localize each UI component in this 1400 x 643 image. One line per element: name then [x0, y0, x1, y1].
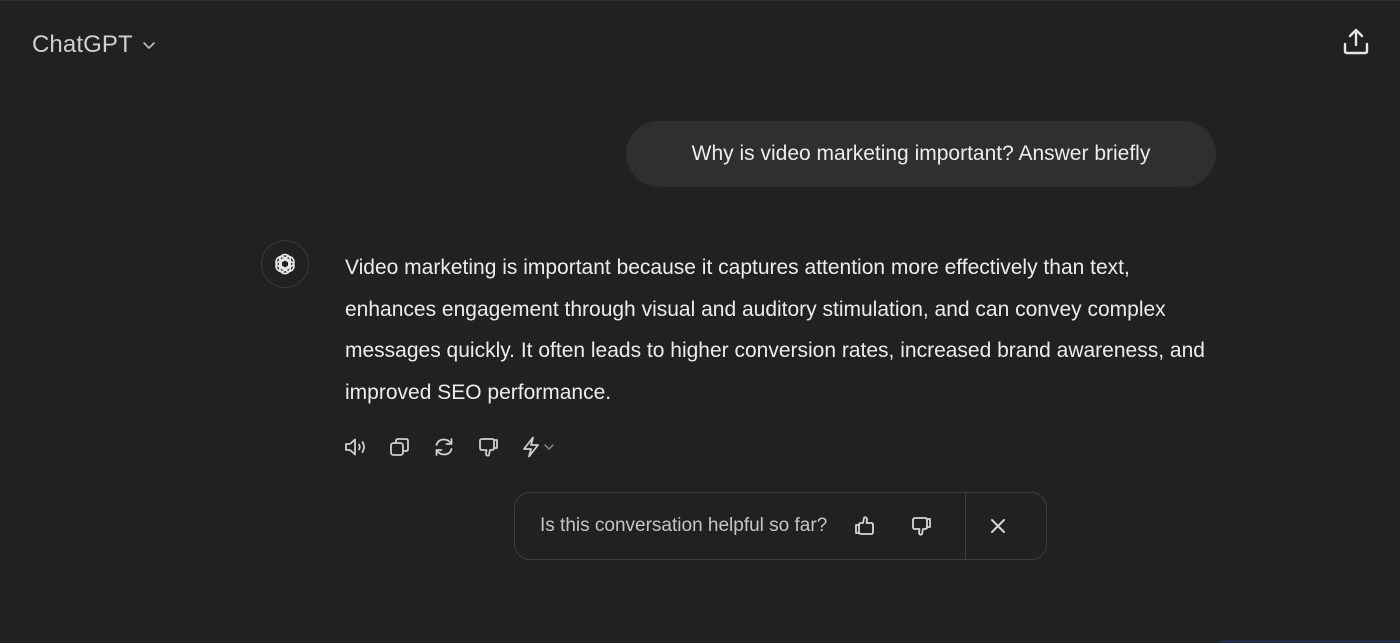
helpful-thumbs-up-button[interactable] — [847, 508, 883, 544]
share-button[interactable] — [1338, 23, 1374, 59]
copy-icon — [388, 435, 412, 459]
copy-button[interactable] — [384, 431, 416, 463]
model-name: ChatGPT — [32, 31, 133, 58]
model-selector[interactable]: ChatGPT — [22, 25, 167, 65]
chat-window: ChatGPT Why is video marketing important… — [0, 0, 1400, 643]
share-icon — [1341, 26, 1371, 56]
header: ChatGPT — [0, 1, 1400, 87]
switch-model-button[interactable] — [516, 431, 562, 463]
close-feedback-button[interactable] — [980, 508, 1016, 544]
chevron-down-icon — [542, 440, 556, 454]
bad-response-button[interactable] — [472, 431, 504, 463]
refresh-icon — [432, 435, 456, 459]
read-aloud-button[interactable] — [340, 431, 372, 463]
feedback-prompt: Is this conversation helpful so far? — [514, 492, 1047, 560]
openai-logo-icon — [272, 251, 298, 277]
user-message-text: Why is video marketing important? Answer… — [691, 142, 1151, 165]
close-icon — [987, 515, 1009, 537]
regenerate-button[interactable] — [428, 431, 460, 463]
assistant-avatar — [261, 240, 309, 288]
user-message-bubble: Why is video marketing important? Answer… — [626, 121, 1216, 187]
feedback-question: Is this conversation helpful so far? — [540, 515, 828, 536]
thumbs-down-icon — [909, 514, 933, 538]
thumbs-down-icon — [476, 435, 500, 459]
not-helpful-thumbs-down-button[interactable] — [903, 508, 939, 544]
lightning-icon — [520, 435, 542, 459]
speaker-icon — [343, 436, 369, 458]
assistant-message-text: Video marketing is important because it … — [345, 256, 1205, 404]
chevron-down-icon — [141, 37, 157, 53]
thumbs-up-icon — [853, 514, 877, 538]
assistant-message: Video marketing is important because it … — [345, 247, 1205, 413]
feedback-divider — [965, 493, 967, 559]
message-actions — [340, 429, 574, 465]
